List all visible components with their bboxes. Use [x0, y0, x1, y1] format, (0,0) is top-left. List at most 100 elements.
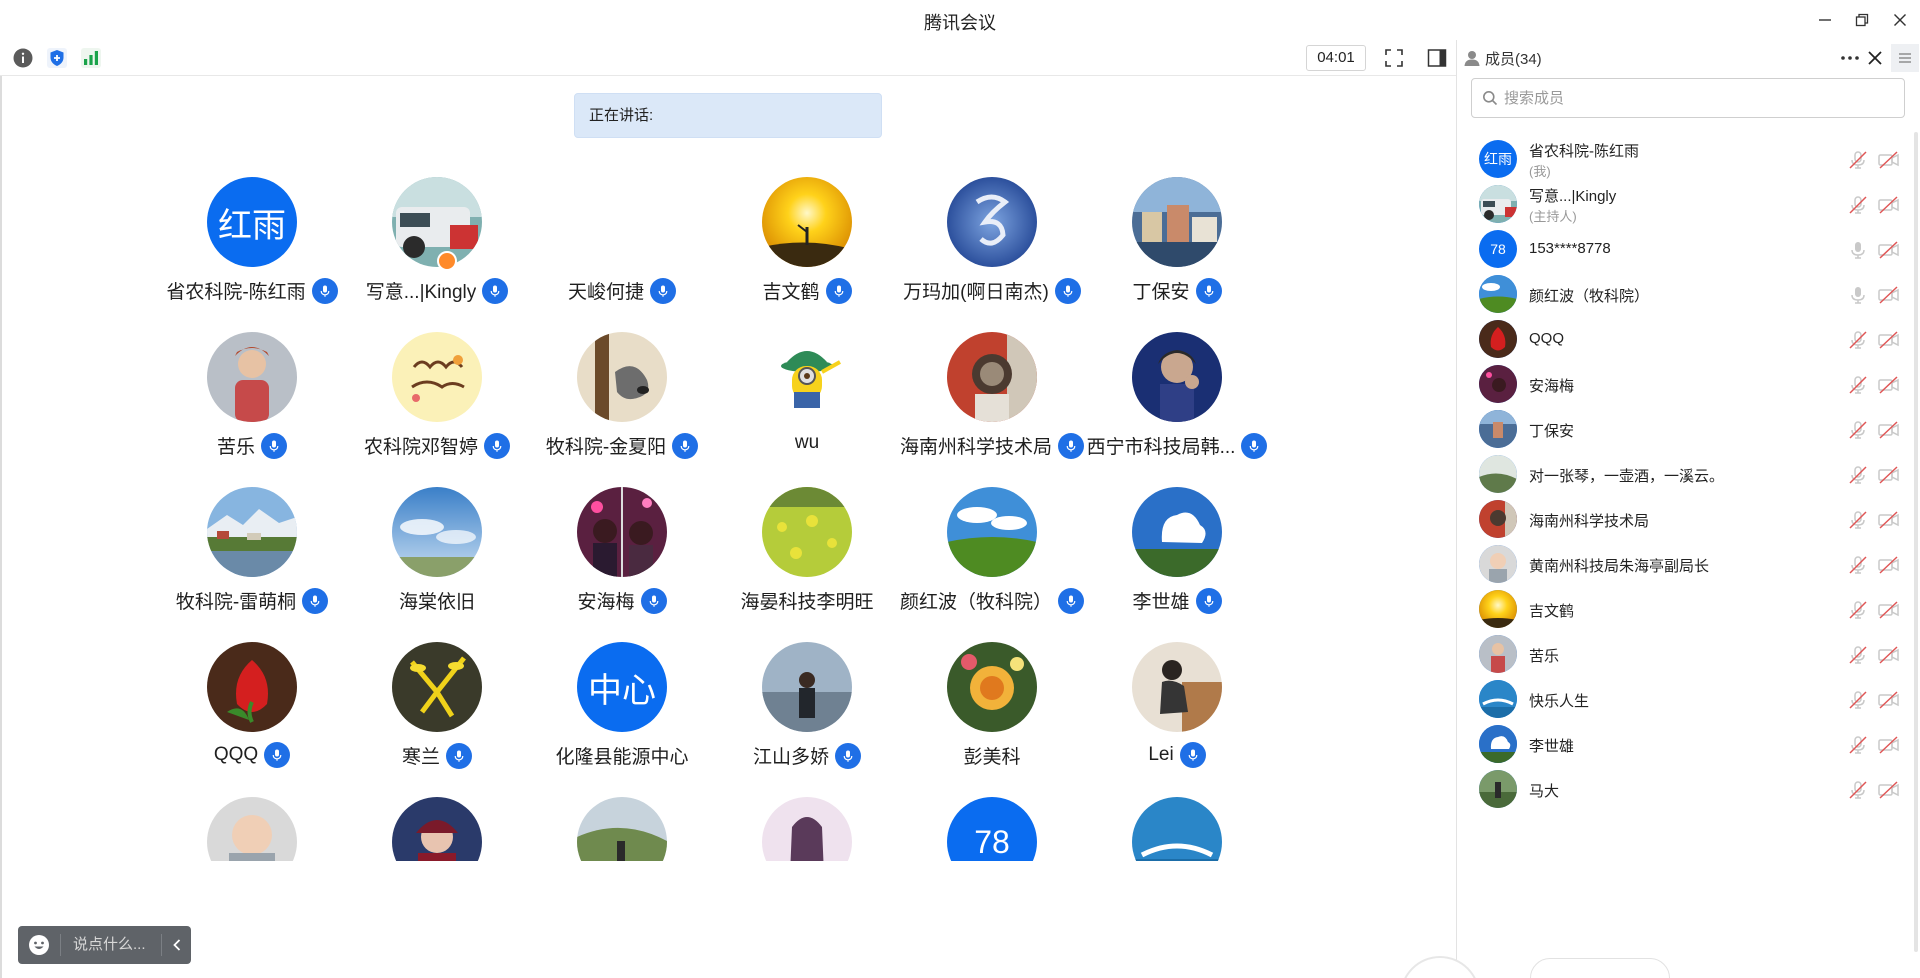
member-list-scrollbar[interactable]: [1914, 132, 1918, 952]
participant-tile[interactable]: 西宁市科技局韩...: [1085, 332, 1269, 482]
participant-tile[interactable]: 吉文鹤: [715, 177, 899, 327]
member-search-input[interactable]: [1504, 89, 1884, 107]
toggle-side-panel-button[interactable]: [1425, 46, 1449, 70]
participant-tile[interactable]: 颜红波（牧科院）: [900, 487, 1084, 637]
participant-name: 海棠依旧: [398, 592, 475, 613]
camera-off-icon[interactable]: [1877, 509, 1901, 531]
participant-tile[interactable]: wu: [715, 332, 899, 482]
mic-muted-icon[interactable]: [1847, 374, 1869, 396]
member-name: 对一张琴，一壶酒，一溪云。: [1529, 468, 1725, 485]
camera-off-icon[interactable]: [1877, 239, 1901, 261]
participant-tile[interactable]: 天峻何捷: [530, 177, 714, 327]
more-options-button[interactable]: [1839, 48, 1861, 68]
mic-muted-icon[interactable]: [1847, 149, 1869, 171]
participant-tile[interactable]: 农科院邓智婷: [345, 332, 529, 482]
participant-name: 彭美科: [963, 747, 1021, 768]
minimize-button[interactable]: [1808, 6, 1842, 34]
meeting-toolbar: 04:01: [0, 40, 1456, 76]
participant-tile[interactable]: Lei: [1085, 642, 1269, 792]
participant-tile[interactable]: 苦乐: [160, 332, 344, 482]
participant-tile[interactable]: 写意...|Kingly: [345, 177, 529, 327]
participant-tile[interactable]: 海南州科学技术局: [900, 332, 1084, 482]
avatar: [392, 797, 482, 861]
participant-tile[interactable]: 李世雄: [1085, 487, 1269, 637]
participant-tile[interactable]: 红雨 省农科院-陈红雨: [160, 177, 344, 327]
restore-button[interactable]: [1845, 6, 1879, 34]
member-row[interactable]: 马大: [1457, 762, 1920, 817]
participant-tile[interactable]: QQQ: [160, 642, 344, 792]
collapse-chat-button[interactable]: [161, 934, 191, 956]
participant-tile[interactable]: 牧科院-金夏阳: [530, 332, 714, 482]
camera-off-icon[interactable]: [1877, 329, 1901, 351]
fullscreen-button[interactable]: [1382, 46, 1406, 70]
member-name: 写意...|Kingly: [1529, 188, 1617, 205]
member-avatar: [1479, 500, 1517, 538]
camera-off-icon[interactable]: [1877, 194, 1901, 216]
camera-off-icon[interactable]: [1877, 599, 1901, 621]
meeting-timer: 04:01: [1306, 45, 1366, 71]
participant-tile[interactable]: [530, 797, 714, 861]
participant-tile[interactable]: 78: [900, 797, 1084, 861]
mic-muted-icon[interactable]: [1847, 419, 1869, 441]
camera-off-icon[interactable]: [1877, 374, 1901, 396]
panel-menu-button[interactable]: [1891, 44, 1919, 72]
person-icon: [1464, 51, 1480, 66]
mic-idle-icon[interactable]: [1847, 239, 1869, 261]
member-avatar: [1479, 455, 1517, 493]
participant-tile[interactable]: 安海梅: [530, 487, 714, 637]
chat-placeholder[interactable]: 说点什么...: [60, 934, 161, 956]
member-search-box[interactable]: [1471, 78, 1905, 118]
camera-off-icon[interactable]: [1877, 779, 1901, 801]
camera-off-icon[interactable]: [1877, 734, 1901, 756]
camera-off-icon[interactable]: [1877, 284, 1901, 306]
emoji-button[interactable]: [18, 926, 60, 964]
camera-off-icon[interactable]: [1877, 419, 1901, 441]
participant-name: 颜红波（牧科院）: [899, 592, 1052, 613]
mic-muted-icon[interactable]: [1847, 509, 1869, 531]
close-window-button[interactable]: [1883, 6, 1917, 34]
camera-off-icon[interactable]: [1877, 464, 1901, 486]
close-panel-button[interactable]: [1865, 48, 1885, 68]
meeting-info-button[interactable]: [11, 46, 35, 70]
mic-muted-icon[interactable]: [1847, 689, 1869, 711]
participant-tile[interactable]: 彭美科: [900, 642, 1084, 792]
participant-tile[interactable]: 万玛加(啊日南杰): [900, 177, 1084, 327]
camera-off-icon[interactable]: [1877, 644, 1901, 666]
camera-off-icon[interactable]: [1877, 554, 1901, 576]
mic-muted-icon[interactable]: [1847, 599, 1869, 621]
chat-input-bar[interactable]: 说点什么...: [18, 926, 191, 964]
member-avatar: [1479, 590, 1517, 628]
camera-off-icon[interactable]: [1877, 149, 1901, 171]
participant-tile[interactable]: [160, 797, 344, 861]
avatar: [947, 332, 1037, 422]
participant-tile[interactable]: 海棠依旧: [345, 487, 529, 637]
participant-name: 李世雄: [1132, 592, 1190, 613]
close-icon: [1868, 51, 1882, 65]
mic-muted-icon[interactable]: [1847, 464, 1869, 486]
network-signal-button[interactable]: [79, 46, 103, 70]
participant-tile[interactable]: 海晏科技李明旺: [715, 487, 899, 637]
floating-network-widget[interactable]: [1530, 958, 1670, 978]
members-panel: 成员(34) 红雨 省农科院-陈红雨 (我): [1456, 40, 1920, 978]
participant-tile[interactable]: 江山多娇: [715, 642, 899, 792]
participant-tile[interactable]: 中心 化隆县能源中心: [530, 642, 714, 792]
participant-tile[interactable]: 寒兰: [345, 642, 529, 792]
participant-label: Lei: [1065, 742, 1289, 768]
mic-muted-icon[interactable]: [1847, 194, 1869, 216]
mic-muted-icon[interactable]: [1847, 734, 1869, 756]
participant-name: 化隆县能源中心: [555, 747, 689, 768]
mic-muted-icon[interactable]: [1847, 554, 1869, 576]
participant-name: 寒兰: [401, 747, 440, 768]
mic-idle-icon[interactable]: [1847, 284, 1869, 306]
camera-off-icon[interactable]: [1877, 689, 1901, 711]
mic-muted-icon[interactable]: [1847, 779, 1869, 801]
participant-tile[interactable]: 牧科院-雷萌桐: [160, 487, 344, 637]
participant-tile[interactable]: [345, 797, 529, 861]
participant-tile[interactable]: [715, 797, 899, 861]
participant-tile[interactable]: 丁保安: [1085, 177, 1269, 327]
mic-muted-icon[interactable]: [1847, 329, 1869, 351]
restore-icon: [1855, 13, 1869, 27]
security-button[interactable]: [45, 46, 69, 70]
mic-muted-icon[interactable]: [1847, 644, 1869, 666]
participant-tile[interactable]: [1085, 797, 1269, 861]
